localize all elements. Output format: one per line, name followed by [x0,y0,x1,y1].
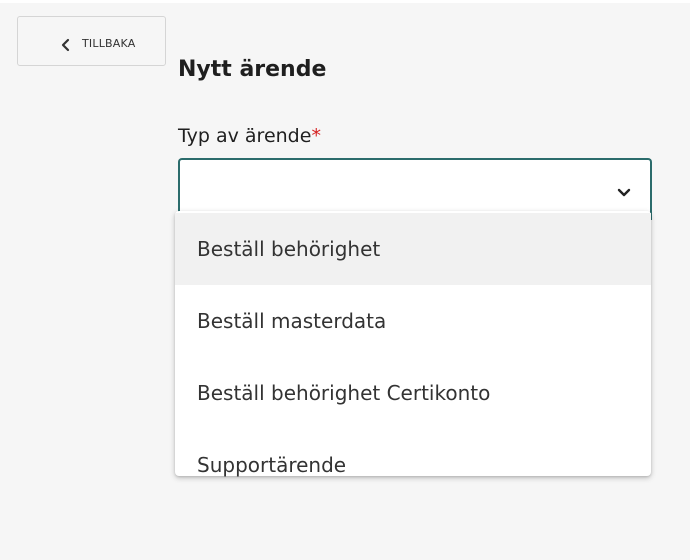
type-field-label-text: Typ av ärende [178,125,312,147]
chevron-left-icon [59,37,73,52]
chevron-down-icon[interactable] [616,184,632,197]
option-bestall-masterdata[interactable]: Beställ masterdata [175,285,651,357]
type-field-label: Typ av ärende* [178,124,321,148]
page-title: Nytt ärende [178,57,327,82]
back-button[interactable]: TILLBAKA [17,16,166,66]
back-button-label: TILLBAKA [82,37,136,50]
required-marker: * [311,125,321,147]
option-bestall-behorighet-certikonto[interactable]: Beställ behörighet Certikonto [175,357,651,429]
option-supportarende[interactable]: Supportärende [175,429,651,501]
top-edge [0,0,690,3]
type-dropdown-menu: Beställ behörighet Beställ masterdata Be… [175,211,651,477]
option-bestall-behorighet[interactable]: Beställ behörighet [175,213,651,285]
